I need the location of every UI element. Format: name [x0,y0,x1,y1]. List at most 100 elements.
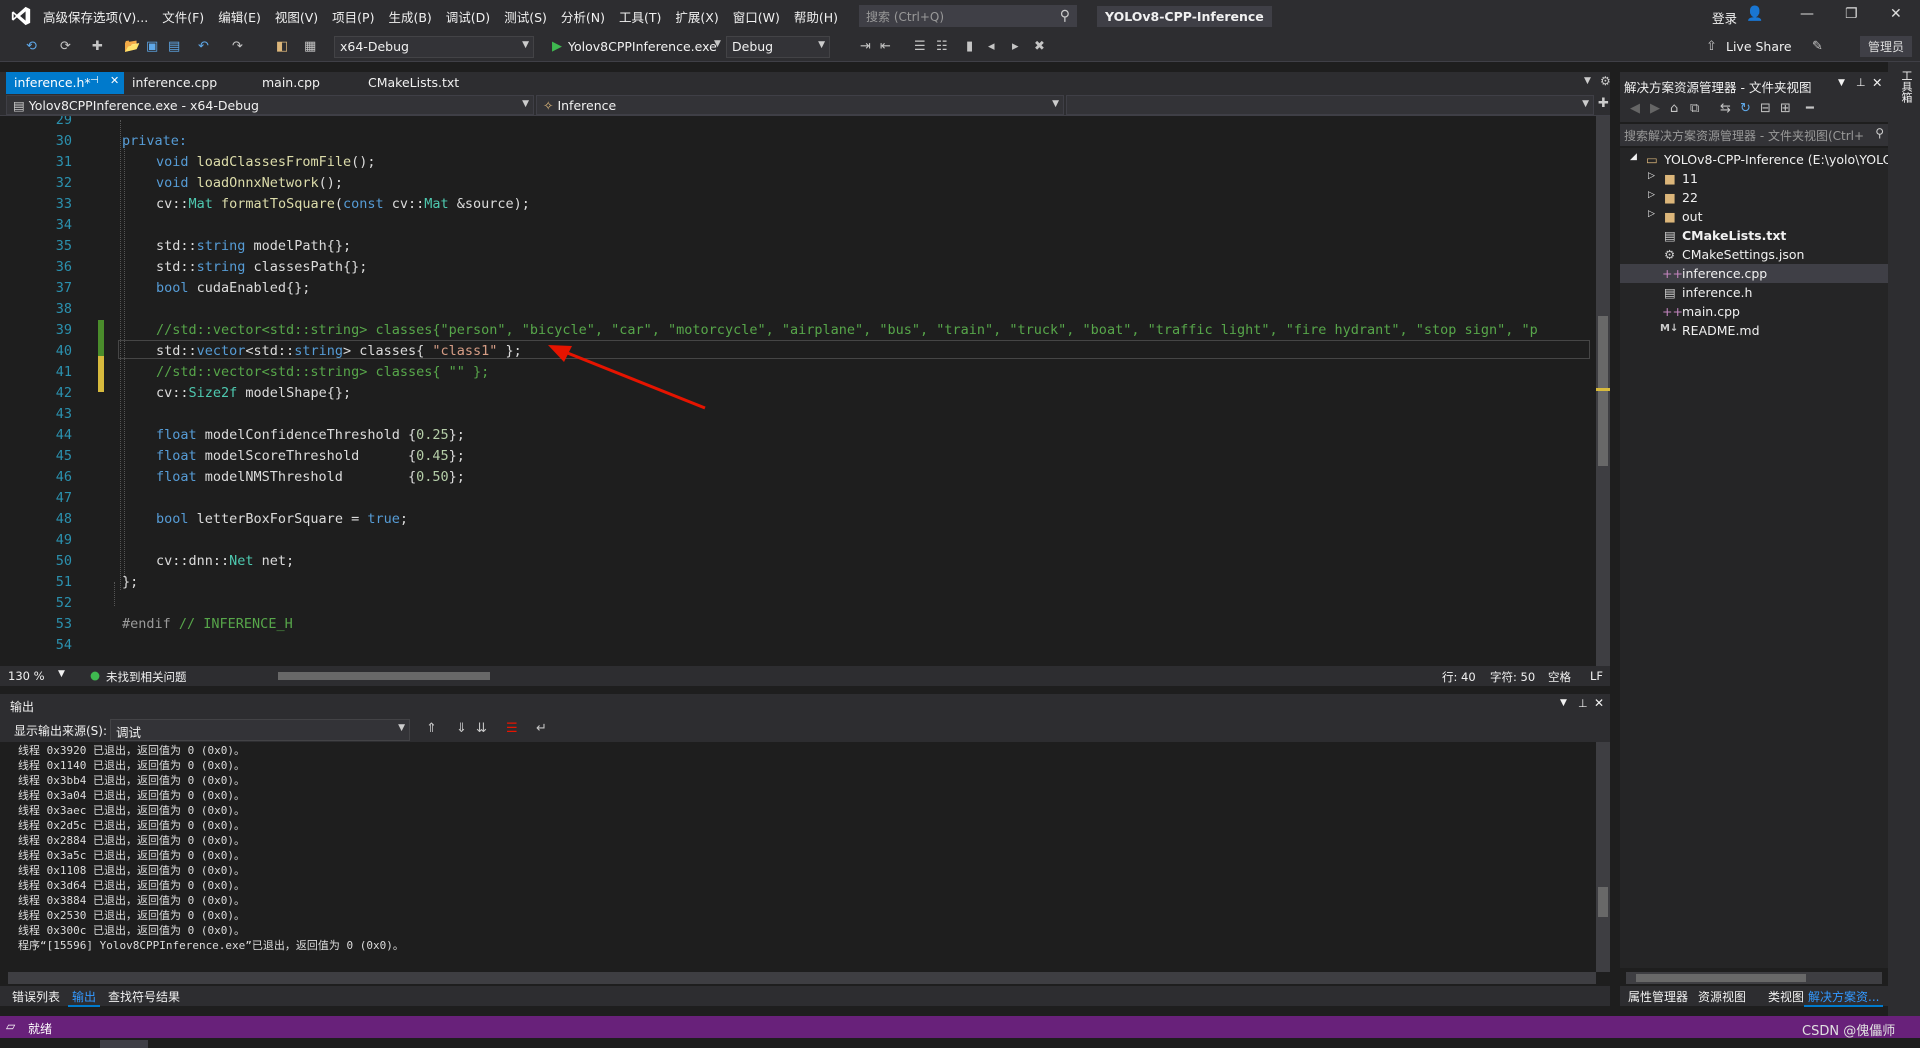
code-editor[interactable]: 29 30 31 32 33 34 35 36 37 38 39 40 41 42 43 44 45 46 47 48… [0,116,1610,666]
line-ending[interactable]: LF [1590,669,1603,683]
tree-item-readme[interactable]: M↓ README.md [1620,321,1888,340]
save-icon[interactable]: ▣ [146,39,158,54]
project-scope-dropdown[interactable]: ▤ Yolov8CPPInference.exe - x64-Debug ▼ [6,95,534,115]
whitespace-mode[interactable]: 空格 [1548,669,1571,685]
tree-item-folder-out[interactable]: ▷ ■ out [1620,207,1888,226]
settings-gear-icon[interactable]: ⚙ [1600,74,1611,88]
tab-property-manager[interactable]: 属性管理器 [1624,988,1692,1005]
forward-icon[interactable]: ⟳ [60,39,71,54]
home-icon[interactable]: ⌂ [1670,101,1678,116]
close-window-icon[interactable]: ✕ [1890,6,1902,22]
config-dropdown[interactable]: x64-Debug ▼ [334,36,534,58]
start-target-button[interactable]: Yolov8CPPInference.exe [568,39,717,54]
close-panel-icon[interactable]: ✕ [1872,75,1882,90]
menu-project[interactable]: 项目(P) [325,7,381,26]
tree-item-cmakelists[interactable]: ▤ CMakeLists.txt [1620,226,1888,245]
clear-all-icon[interactable]: ☰ [506,721,518,736]
tree-item-inference-cpp[interactable]: ++ inference.cpp [1620,264,1888,283]
scrollbar-thumb[interactable] [1598,887,1608,917]
tab-cmakelists[interactable]: CMakeLists.txt [360,72,467,94]
start-target-chevron-icon[interactable]: ▼ [714,39,721,49]
pin-icon[interactable]: ⊥ [1856,76,1866,89]
issues-status[interactable]: 未找到相关问题 [106,669,187,685]
split-editor-icon[interactable]: ✚ [1598,96,1609,111]
undo-icon[interactable]: ↶ [198,39,209,54]
menu-window[interactable]: 窗口(W) [726,7,787,26]
feedback-icon[interactable]: ✎ [1812,39,1823,54]
menu-analyze[interactable]: 分析(N) [554,7,612,26]
menu-extensions[interactable]: 扩展(X) [668,7,725,26]
clear-output-icon[interactable]: ⇊ [476,721,487,736]
output-vertical-scrollbar[interactable] [1596,742,1610,972]
pin-icon[interactable]: ⊥ [1578,697,1588,710]
menu-advanced-save[interactable]: 高级保存选项(V)... [36,7,155,26]
back-icon[interactable]: ⟲ [26,39,37,54]
build-mode-dropdown[interactable]: Debug ▼ [726,36,830,58]
find-in-files-icon[interactable]: ◧ [276,39,288,54]
clear-bookmarks-icon[interactable]: ✖ [1034,39,1045,54]
redo-icon[interactable]: ↷ [232,39,243,54]
horizontal-scrollbar-thumb[interactable] [278,672,490,680]
new-item-icon[interactable]: ✚ [92,39,103,54]
collapse-arrow-icon[interactable]: ▷ [1648,171,1655,181]
tab-error-list[interactable]: 错误列表 [8,988,64,1005]
type-scope-dropdown[interactable]: ✧ Inference ▼ [536,95,1064,115]
switch-views-icon[interactable]: ⧉ [1690,101,1699,116]
close-tab-icon[interactable]: ✕ [110,74,119,87]
close-panel-icon[interactable]: ✕ [1594,696,1604,710]
tree-horizontal-scrollbar[interactable] [1626,972,1882,984]
collapse-arrow-icon[interactable]: ▷ [1648,209,1655,219]
properties-icon[interactable]: ━ [1806,101,1814,116]
bookmark-icon[interactable]: ▮ [966,39,973,54]
indent-icon[interactable]: ☰ [914,39,926,54]
member-scope-dropdown[interactable]: ▼ [1066,95,1594,115]
prev-bookmark-icon[interactable]: ◂ [988,39,995,54]
outdent-icon[interactable]: ☷ [936,39,948,54]
save-all-icon[interactable]: ▤ [168,39,180,54]
zoom-chevron-icon[interactable]: ▼ [58,669,65,679]
tree-item-main-cpp[interactable]: ++ main.cpp [1620,302,1888,321]
zoom-level[interactable]: 130 % [8,669,45,683]
sync-icon[interactable]: ⇆ [1720,101,1731,116]
menu-file[interactable]: 文件(F) [155,7,211,26]
menu-test[interactable]: 测试(S) [497,7,554,26]
tree-item-cmakesettings[interactable]: ⚙ CMakeSettings.json [1620,245,1888,264]
expand-arrow-icon[interactable]: ◢ [1630,152,1637,162]
forward-icon[interactable]: ▶ [1650,101,1660,116]
search-input[interactable]: 搜索 (Ctrl+Q) ⚲ [859,5,1077,27]
menu-debug[interactable]: 调试(D) [439,7,497,26]
tab-overflow-icon[interactable]: ▼ [1584,76,1591,86]
tab-solution-explorer[interactable]: 解决方案资... [1804,988,1884,1007]
next-bookmark-icon[interactable]: ▸ [1012,39,1019,54]
tab-find-symbol-results[interactable]: 查找符号结果 [104,988,184,1005]
toolbox-tab[interactable]: 工具箱 [1898,70,1914,103]
menu-view[interactable]: 视图(V) [268,7,325,26]
output-text[interactable]: 线程 0x3920 已退出，返回值为 0 (0x0)。 线程 0x1140 已退出… [8,742,1588,972]
back-icon[interactable]: ◀ [1630,101,1640,116]
tab-output[interactable]: 输出 [68,988,101,1007]
output-source-dropdown[interactable]: 调试 ▼ [110,719,410,741]
restore-icon[interactable]: ❐ [1845,6,1858,22]
menu-tools[interactable]: 工具(T) [612,7,668,26]
menu-edit[interactable]: 编辑(E) [211,7,268,26]
scrollbar-thumb[interactable] [1636,974,1806,982]
step-over-icon[interactable]: ⇥ [860,39,871,54]
tab-class-view[interactable]: 类视图 [1764,988,1808,1005]
goto-next-icon[interactable]: ⇓ [456,721,467,736]
live-share-button[interactable]: Live Share [1726,39,1792,54]
panel-menu-icon[interactable]: ▼ [1838,78,1845,88]
show-all-files-icon[interactable]: ⊞ [1780,101,1791,116]
editor-vertical-scrollbar[interactable] [1596,116,1610,666]
step-into-icon[interactable]: ⇤ [880,39,891,54]
open-folder-icon[interactable]: 📂 [124,39,140,54]
tab-main-cpp[interactable]: main.cpp [254,72,328,94]
tree-root[interactable]: ◢ ▭ YOLOv8-CPP-Inference (E:\yolo\YOLO [1620,150,1893,169]
tab-resource-view[interactable]: 资源视图 [1694,988,1750,1005]
tree-item-inference-h[interactable]: ▤ inference.h [1620,283,1888,302]
goto-previous-icon[interactable]: ⇑ [426,721,437,736]
tab-inference-h[interactable]: inference.h* ⊣ ✕ [6,72,124,94]
collapse-all-icon[interactable]: ⊟ [1760,101,1771,116]
pin-icon[interactable]: ⊣ [90,75,99,86]
collapse-arrow-icon[interactable]: ▷ [1648,190,1655,200]
menu-build[interactable]: 生成(B) [381,7,438,26]
